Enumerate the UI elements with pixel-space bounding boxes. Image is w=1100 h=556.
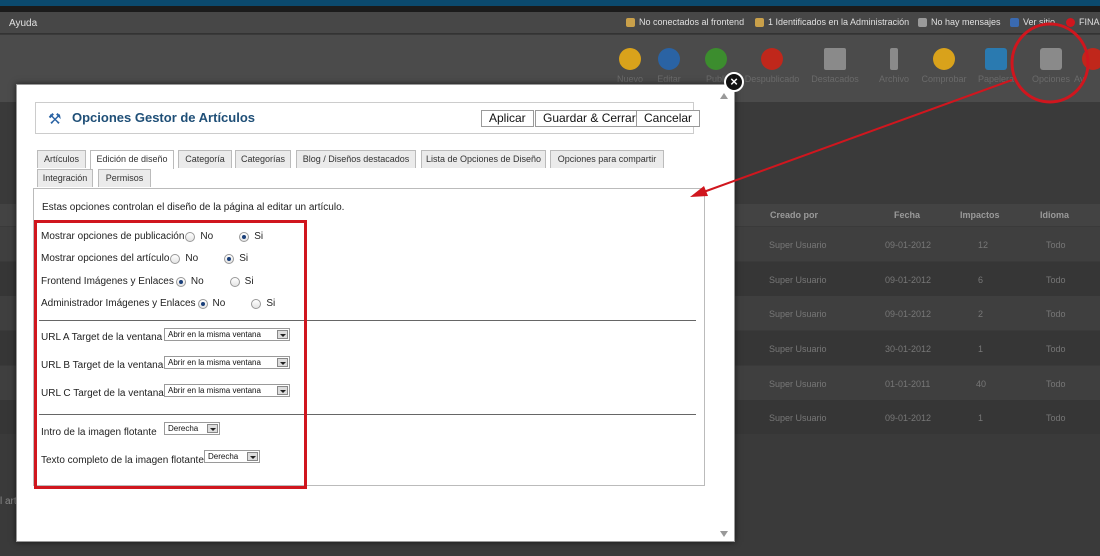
background-footer-text: l art bbox=[0, 496, 17, 507]
help-menu[interactable]: Ayuda bbox=[9, 18, 37, 29]
user-icon bbox=[755, 17, 764, 27]
header-language[interactable]: Idioma bbox=[1040, 210, 1069, 220]
tab-blog-disenos[interactable]: Blog / Diseños destacados bbox=[296, 150, 416, 168]
header-hits[interactable]: Impactos bbox=[960, 210, 1000, 220]
tab-lista-opciones[interactable]: Lista de Opciones de Diseño bbox=[421, 150, 546, 168]
edit-icon bbox=[658, 48, 680, 70]
archive-icon bbox=[890, 48, 898, 70]
admin-status: 1 Identificados en la Administración bbox=[755, 17, 909, 27]
toolbar-unpublish-button[interactable]: Despublicado bbox=[742, 48, 802, 84]
add-icon bbox=[619, 48, 641, 70]
tab-permisos[interactable]: Permisos bbox=[98, 169, 151, 187]
cancel-button[interactable]: Cancelar bbox=[636, 110, 701, 127]
tab-categoria[interactable]: Categoría bbox=[178, 150, 232, 168]
view-site-link[interactable]: Ver sitio bbox=[1010, 17, 1055, 27]
toolbar-help-button[interactable]: Ay bbox=[1074, 48, 1100, 84]
close-icon[interactable]: × bbox=[724, 72, 744, 92]
scroll-down-icon[interactable] bbox=[720, 531, 728, 537]
toolbar-trash-button[interactable]: Papelera bbox=[966, 48, 1026, 84]
logout-icon bbox=[1066, 17, 1075, 27]
options-icon bbox=[1040, 48, 1062, 70]
trash-icon bbox=[985, 48, 1007, 70]
toolbar-options-button[interactable]: Opciones bbox=[1021, 48, 1081, 84]
help-icon bbox=[1082, 48, 1100, 70]
users-icon bbox=[626, 17, 635, 27]
tab-compartir[interactable]: Opciones para compartir bbox=[550, 150, 664, 168]
header-created-by[interactable]: Creado por bbox=[770, 210, 818, 220]
mail-icon bbox=[918, 17, 927, 27]
header-date[interactable]: Fecha bbox=[894, 210, 920, 220]
tab-edicion-diseno[interactable]: Edición de diseño bbox=[90, 150, 174, 169]
tab-articulos[interactable]: Artículos bbox=[37, 150, 86, 168]
frontend-status: No conectados al frontend bbox=[626, 17, 744, 27]
modal-scrollbar[interactable] bbox=[718, 93, 730, 537]
apply-button[interactable]: Aplicar bbox=[481, 110, 534, 127]
toolbar-featured-button[interactable]: Destacados bbox=[805, 48, 865, 84]
modal-header: ⚒ Opciones Gestor de Artículos Aplicar G… bbox=[35, 102, 701, 134]
toolbar-checkin-button[interactable]: Comprobar bbox=[914, 48, 974, 84]
save-close-button[interactable]: Guardar & Cerrar bbox=[535, 110, 644, 127]
checkmark-icon bbox=[933, 48, 955, 70]
scroll-up-icon[interactable] bbox=[720, 93, 728, 99]
panel-description: Estas opciones controlan el diseño de la… bbox=[42, 202, 345, 213]
check-icon bbox=[705, 48, 727, 70]
status-bar: Ayuda No conectados al frontend 1 Identi… bbox=[0, 12, 1100, 34]
messages-status[interactable]: No hay mensajes bbox=[918, 17, 1001, 27]
unpublish-icon bbox=[761, 48, 783, 70]
featured-icon bbox=[824, 48, 846, 70]
options-modal: ⚒ Opciones Gestor de Artículos Aplicar G… bbox=[16, 84, 735, 542]
wrench-icon: ⚒ bbox=[48, 111, 62, 128]
screen-icon bbox=[1010, 17, 1019, 27]
tab-categorias[interactable]: Categorías bbox=[235, 150, 291, 168]
tab-integracion[interactable]: Integración bbox=[37, 169, 93, 187]
highlight-box bbox=[34, 220, 307, 489]
modal-title: Opciones Gestor de Artículos bbox=[72, 110, 256, 125]
logout-link[interactable]: FINA bbox=[1066, 17, 1100, 27]
